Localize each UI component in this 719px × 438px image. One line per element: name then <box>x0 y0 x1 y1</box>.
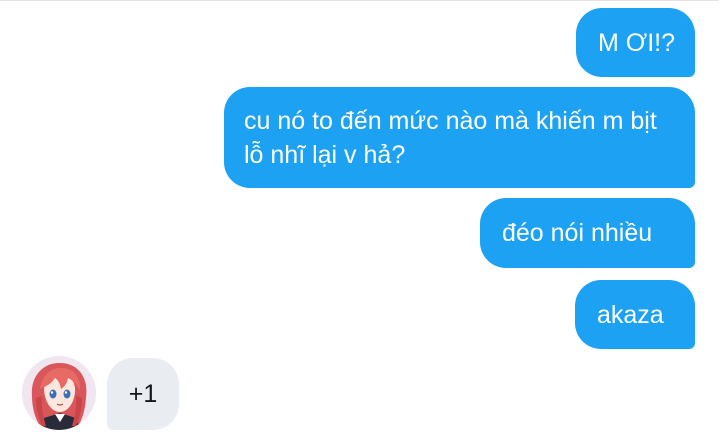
outgoing-message[interactable]: akaza <box>575 280 695 349</box>
outgoing-message[interactable]: đéo nói nhiều <box>480 198 695 268</box>
outgoing-message[interactable]: M ƠI!? <box>576 8 695 77</box>
sender-avatar[interactable] <box>22 356 96 430</box>
outgoing-message[interactable]: cu nó to đến mức nào mà khiến m bịt lỗ n… <box>224 87 695 188</box>
message-text: akaza <box>597 300 664 329</box>
message-text: M ƠI!? <box>598 28 676 57</box>
message-text: +1 <box>128 379 158 408</box>
message-text: đéo nói nhiều <box>502 219 653 247</box>
anime-avatar-icon <box>22 356 96 430</box>
incoming-message[interactable]: +1 <box>107 358 179 430</box>
top-divider <box>0 0 719 1</box>
message-text: cu nó to đến mức nào mà khiến m bịt lỗ n… <box>244 106 657 169</box>
